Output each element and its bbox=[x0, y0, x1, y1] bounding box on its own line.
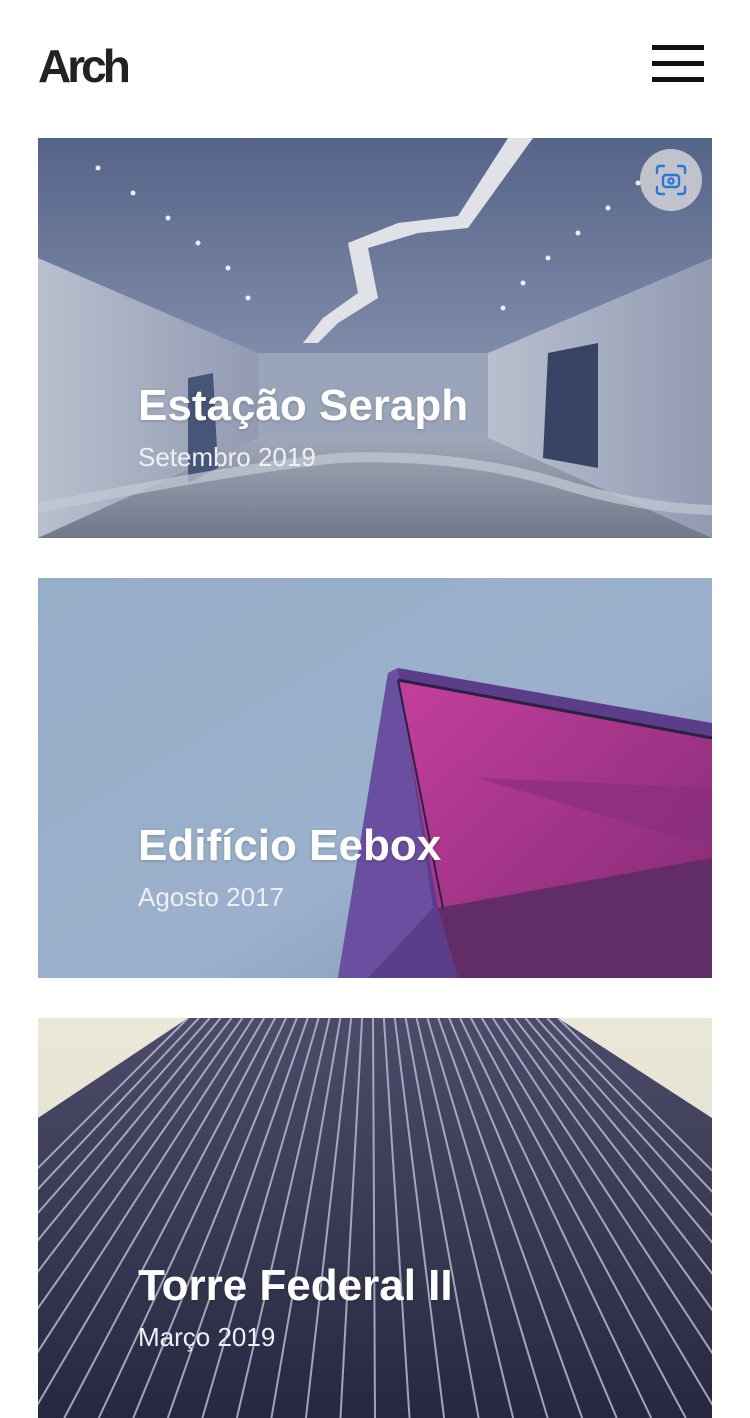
project-card[interactable]: Torre Federal II Março 2019 bbox=[38, 1018, 712, 1418]
project-image bbox=[38, 1018, 712, 1418]
screen-search-icon bbox=[655, 164, 687, 196]
project-date: Agosto 2017 bbox=[138, 882, 285, 912]
project-title: Torre Federal II bbox=[138, 1261, 453, 1310]
project-image bbox=[38, 578, 712, 978]
hamburger-icon-bar bbox=[652, 61, 704, 66]
screen-search-button[interactable] bbox=[640, 149, 702, 211]
project-title: Edifício Eebox bbox=[138, 821, 442, 870]
project-card[interactable]: Estação Seraph Setembro 2019 bbox=[38, 138, 712, 538]
project-date: Março 2019 bbox=[138, 1322, 276, 1352]
site-header: Arch bbox=[0, 0, 750, 138]
project-title: Estação Seraph bbox=[138, 381, 469, 430]
hamburger-icon-bar bbox=[652, 77, 704, 82]
hamburger-icon-bar bbox=[652, 45, 704, 50]
menu-button[interactable] bbox=[652, 45, 706, 85]
project-card[interactable]: Edifício Eebox Agosto 2017 bbox=[38, 578, 712, 978]
site-logo[interactable]: Arch bbox=[38, 40, 131, 92]
project-date: Setembro 2019 bbox=[138, 442, 316, 472]
project-image bbox=[38, 138, 712, 538]
